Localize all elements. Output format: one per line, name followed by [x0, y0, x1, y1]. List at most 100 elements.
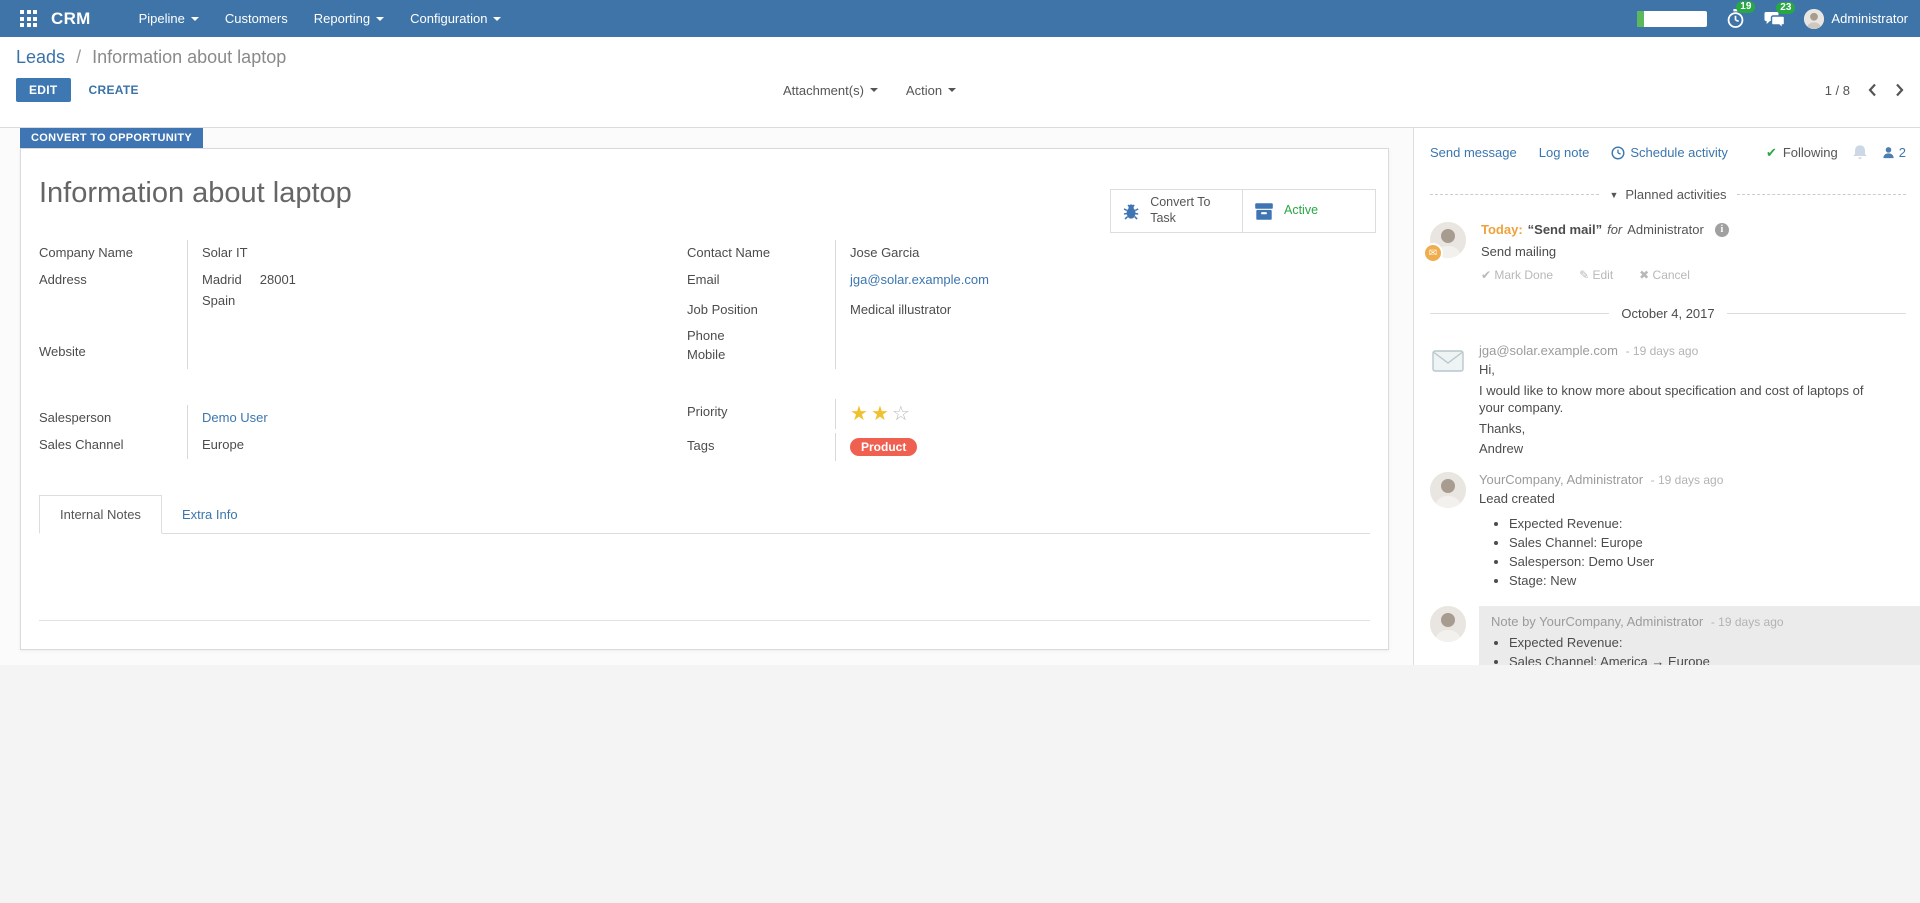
date-separator: October 4, 2017 [1430, 306, 1920, 321]
activity-for: for [1607, 222, 1622, 237]
tracking-values: Expected Revenue: Sales Channel: Europe … [1509, 516, 1906, 588]
field-salesperson: Salesperson Demo User [39, 405, 687, 432]
field-address: Address Madrid28001 Spain [39, 267, 687, 339]
job-position-label: Job Position [687, 297, 835, 326]
send-message-button[interactable]: Send message [1430, 145, 1517, 160]
company-name-value[interactable]: Solar IT [187, 240, 517, 267]
mobile-value[interactable] [835, 345, 1165, 369]
chevron-down-icon: ▼ [1609, 190, 1618, 200]
bell-icon[interactable] [1852, 144, 1868, 161]
info-icon[interactable]: i [1715, 223, 1729, 237]
chevron-down-icon [191, 17, 199, 21]
field-company-name: Company Name Solar IT [39, 240, 687, 267]
address-value[interactable]: Madrid28001 Spain [187, 267, 517, 339]
chevron-down-icon [493, 17, 501, 21]
pager-previous-icon[interactable] [1868, 83, 1877, 97]
user-menu[interactable]: Administrator [1804, 9, 1908, 29]
active-label: Active [1284, 203, 1318, 219]
tab-extra-info[interactable]: Extra Info [162, 496, 258, 533]
mobile-label: Mobile [687, 345, 835, 369]
field-priority: Priority ★★☆ [687, 399, 1370, 429]
field-group-left: Company Name Solar IT Address Madrid2800… [39, 240, 687, 461]
message-author[interactable]: Note by YourCompany, Administrator [1491, 614, 1703, 629]
address-city: Madrid [202, 272, 242, 287]
sales-channel-value[interactable]: Europe [187, 432, 517, 459]
message-date: - 19 days ago [1626, 344, 1699, 358]
menu-configuration[interactable]: Configuration [410, 11, 501, 26]
activities-menu[interactable]: 19 [1725, 8, 1746, 29]
goal-progress-fill [1637, 11, 1643, 27]
messages-menu[interactable]: 23 [1764, 9, 1786, 29]
message-text: Hi, [1479, 361, 1887, 379]
message-count-badge: 23 [1776, 2, 1795, 14]
control-panel: Leads / Information about laptop EDIT CR… [0, 37, 1920, 128]
schedule-activity-button[interactable]: Schedule activity [1611, 145, 1728, 160]
convert-to-task-button[interactable]: Convert To Task [1110, 189, 1243, 233]
field-sales-channel: Sales Channel Europe [39, 432, 687, 459]
field-contact-name: Contact Name Jose Garcia [687, 240, 1370, 267]
avatar [1430, 606, 1466, 642]
website-value[interactable] [187, 339, 517, 369]
followers-count: 2 [1899, 145, 1906, 160]
top-menu: Pipeline Customers Reporting Configurati… [139, 11, 502, 26]
apps-menu-icon[interactable] [20, 10, 37, 27]
tracking-item: Expected Revenue: [1509, 516, 1906, 531]
planned-activities-toggle[interactable]: ▼ Planned activities [1609, 187, 1726, 202]
field-email: Email jga@solar.example.com [687, 267, 1370, 297]
attachments-dropdown[interactable]: Attachment(s) [783, 83, 878, 98]
message-text: Thanks, [1479, 420, 1887, 438]
edit-activity-button[interactable]: ✎ Edit [1579, 268, 1613, 282]
priority-star-filled-icon[interactable]: ★ [871, 403, 892, 425]
notebook-tabs: Internal Notes Extra Info [39, 495, 1370, 534]
chevron-down-icon [870, 88, 878, 92]
phone-value[interactable] [835, 326, 1165, 345]
pager-next-icon[interactable] [1895, 83, 1904, 97]
message-text: Andrew [1479, 440, 1887, 458]
message-lead-created: YourCompany, Administrator - 19 days ago… [1430, 472, 1920, 593]
app-brand[interactable]: CRM [51, 9, 91, 29]
message-author[interactable]: jga@solar.example.com [1479, 343, 1618, 358]
convert-to-opportunity-button[interactable]: CONVERT TO OPPORTUNITY [20, 128, 203, 148]
activity-note: Send mailing [1481, 244, 1729, 259]
menu-reporting[interactable]: Reporting [314, 11, 384, 26]
email-label: Email [687, 267, 835, 297]
message-author[interactable]: YourCompany, Administrator [1479, 472, 1643, 487]
message-date: - 19 days ago [1711, 615, 1784, 629]
email-value[interactable]: jga@solar.example.com [835, 267, 1165, 297]
menu-customers[interactable]: Customers [225, 11, 288, 26]
tab-internal-notes[interactable]: Internal Notes [39, 495, 162, 534]
menu-pipeline[interactable]: Pipeline [139, 11, 199, 26]
chatter-panel: Send message Log note Schedule activity … [1413, 128, 1920, 665]
breadcrumb-separator: / [76, 47, 81, 67]
active-toggle-button[interactable]: Active [1243, 189, 1376, 233]
tracking-item: Expected Revenue: [1509, 635, 1908, 650]
log-note-button[interactable]: Log note [1539, 145, 1590, 160]
action-dropdown[interactable]: Action [906, 83, 956, 98]
goal-progress-bar[interactable] [1637, 11, 1707, 27]
planned-activities-separator: ▼ Planned activities [1430, 187, 1920, 202]
field-tags: Tags Product [687, 433, 1370, 461]
salesperson-value[interactable]: Demo User [187, 405, 517, 432]
contact-name-label: Contact Name [687, 240, 835, 267]
priority-star-empty-icon[interactable]: ☆ [892, 403, 913, 425]
internal-notes-content[interactable] [39, 534, 1370, 620]
following-toggle[interactable]: ✔ Following [1766, 145, 1838, 161]
message-text: Lead created [1479, 490, 1887, 508]
tracking-item: Stage: New [1509, 573, 1906, 588]
create-button[interactable]: CREATE [89, 83, 139, 97]
cancel-activity-button[interactable]: ✖ Cancel [1639, 268, 1690, 282]
priority-star-filled-icon[interactable]: ★ [850, 403, 871, 425]
mark-done-button[interactable]: ✔ Mark Done [1481, 268, 1553, 282]
contact-name-value[interactable]: Jose Garcia [835, 240, 1165, 267]
edit-button[interactable]: EDIT [16, 78, 71, 102]
breadcrumb-leads[interactable]: Leads [16, 47, 65, 67]
field-group-right: Contact Name Jose Garcia Email jga@solar… [687, 240, 1370, 461]
bug-icon [1121, 200, 1141, 222]
field-phone: Phone [687, 326, 1370, 345]
tag-product[interactable]: Product [850, 438, 917, 456]
job-position-value[interactable]: Medical illustrator [835, 297, 1165, 326]
pager-value: 1 / 8 [1825, 83, 1850, 98]
followers-button[interactable]: 2 [1882, 145, 1906, 160]
tracking-item: Sales Channel: America → Europe [1509, 654, 1908, 665]
check-icon: ✔ [1766, 145, 1777, 161]
